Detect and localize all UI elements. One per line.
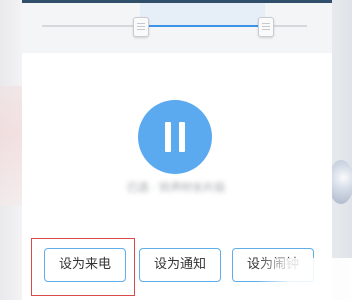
background-right [328,0,352,300]
grip-line [137,26,145,27]
pause-button[interactable] [138,100,212,174]
range-slider-fill [140,25,265,27]
grip-line [137,29,145,30]
grip-line [137,23,145,24]
range-start-handle[interactable] [133,17,149,37]
range-slider-track[interactable] [42,3,307,37]
range-slider-area [22,3,332,53]
watermark-fade [256,258,352,300]
grip-line [262,29,270,30]
grip-line [262,23,270,24]
range-selection-highlight [140,3,265,25]
set-as-notification-button[interactable]: 设为通知 [139,248,221,282]
grip-line [262,26,270,27]
set-as-ringtone-button[interactable]: 设为来电 [44,248,126,282]
range-end-handle[interactable] [258,17,274,37]
background-left [0,0,24,300]
ringtone-clip-panel: 已选 · 铃声时长片段 设为来电 设为通知 设为闹钟 [22,0,332,300]
clip-subtitle: 已选 · 铃声时长片段 [126,181,226,194]
background-left-tint [0,86,24,206]
